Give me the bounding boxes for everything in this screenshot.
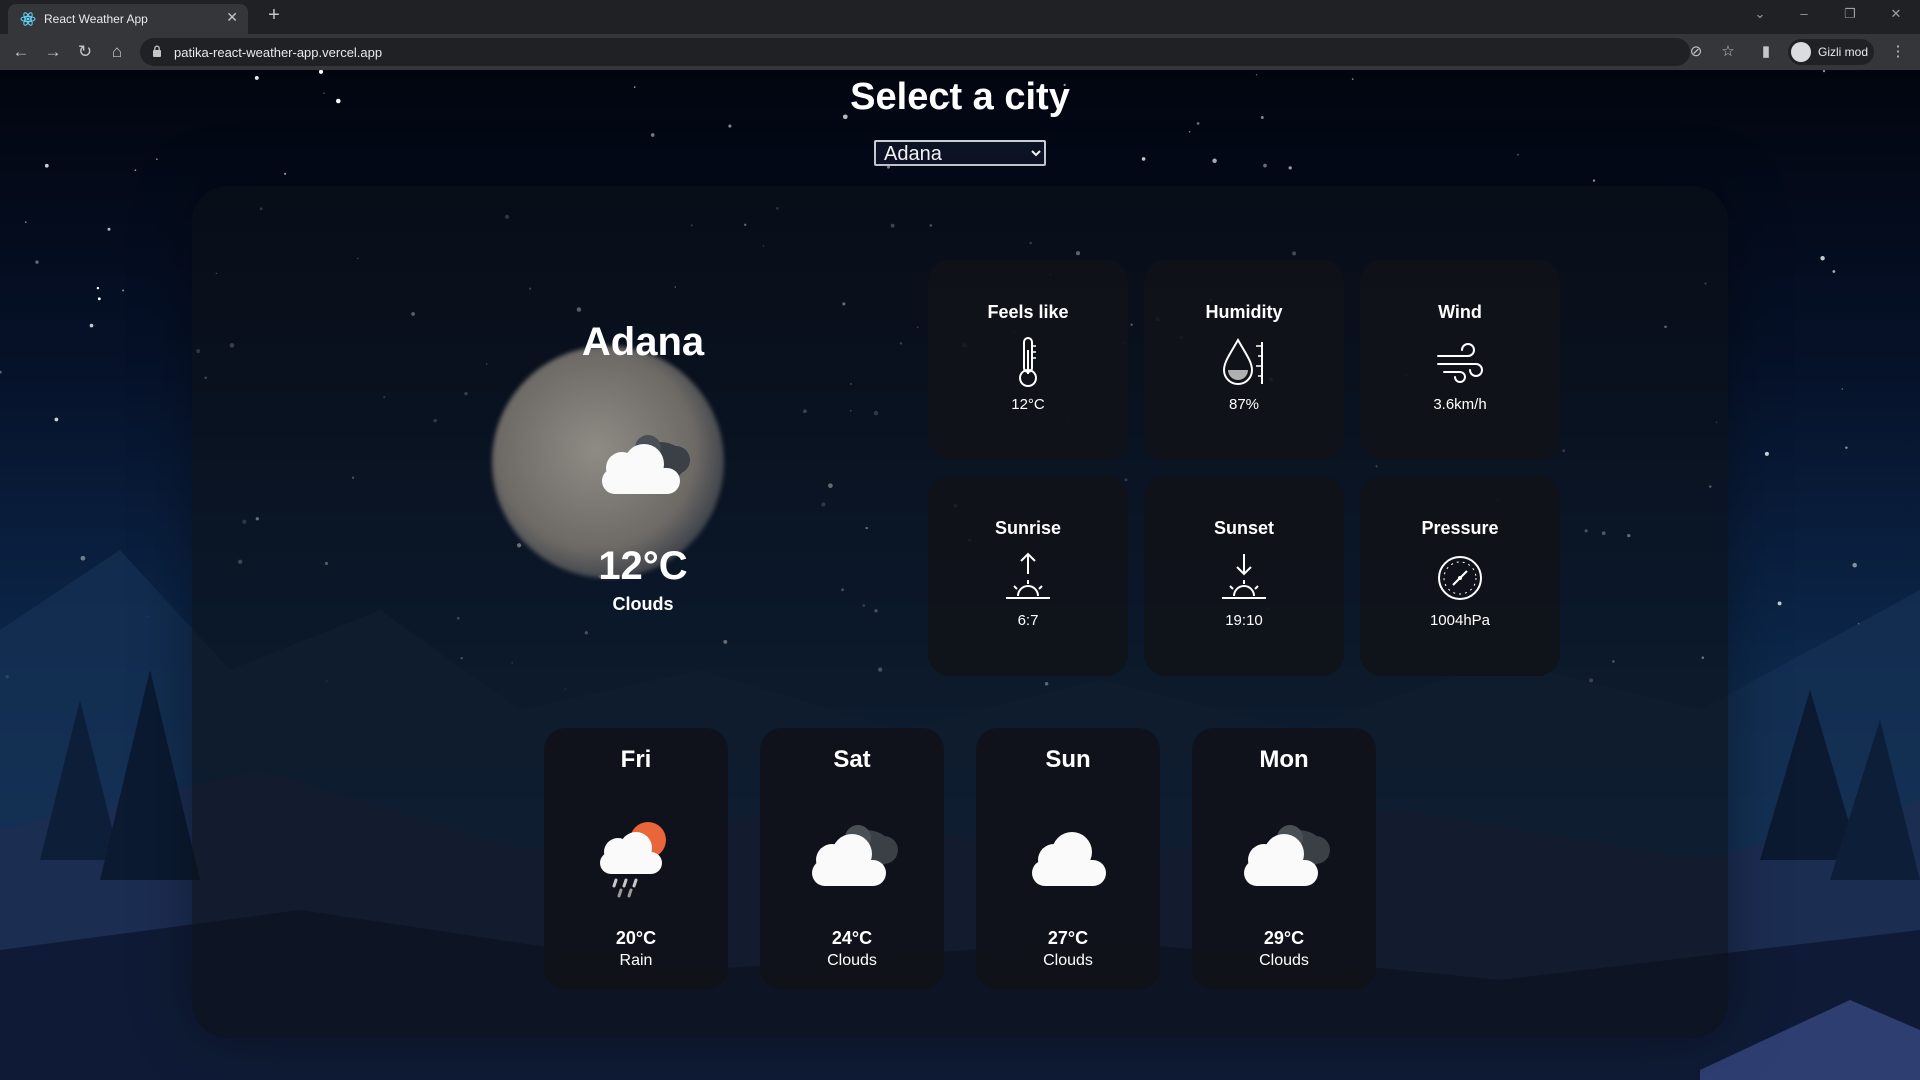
humidity-icon (1222, 337, 1263, 385)
browser-toolbar: ← → ↻ ⌂ patika-react-weather-app.vercel.… (0, 34, 1920, 70)
cloud-icon (1032, 832, 1106, 886)
profile-button[interactable]: Gizli mod (1788, 39, 1874, 65)
forecast-description: Clouds (1259, 952, 1309, 969)
react-logo-icon (20, 12, 36, 26)
minimize-icon[interactable]: – (1794, 6, 1814, 21)
pressure-gauge-icon (1438, 556, 1482, 600)
current-temperature: 12°C (598, 544, 688, 588)
forecast-description: Clouds (827, 952, 877, 969)
page-title: Select a city (850, 76, 1070, 118)
cloud-icon (602, 435, 690, 494)
sunrise-icon (1006, 552, 1050, 599)
forecast-temperature: 20°C (615, 928, 657, 948)
feels-like-value: 12°C (1011, 396, 1045, 413)
reload-icon[interactable]: ↻ (74, 41, 96, 63)
sunrise-label: Sunrise (994, 518, 1062, 538)
close-tab-icon[interactable]: ✕ (226, 9, 238, 26)
forecast-temperature: 29°C (1263, 928, 1305, 948)
humidity-label: Humidity (1205, 302, 1283, 322)
browser-tab-bar: React Weather App ✕ + ⌄ – ❐ ✕ (0, 0, 1920, 34)
wind-value: 3.6km/h (1433, 396, 1487, 413)
incognito-icon (1791, 42, 1811, 62)
forecast-card-mon: Mon 29°C Clouds (1192, 728, 1376, 990)
forecast-day: Mon (1259, 746, 1309, 773)
forward-icon[interactable]: → (42, 41, 64, 63)
humidity-value: 87% (1228, 396, 1260, 413)
clouds-icon (1244, 825, 1330, 886)
wind-icon (1437, 343, 1483, 383)
forecast-temperature: 27°C (1047, 928, 1089, 948)
pressure-value: 1004hPa (1429, 612, 1491, 629)
new-tab-icon[interactable]: + (262, 4, 286, 27)
tab-title: React Weather App (44, 12, 148, 26)
profile-label: Gizli mod (1818, 45, 1869, 59)
city-name: Adana (581, 320, 705, 364)
lock-icon (153, 45, 161, 57)
url-text: patika-react-weather-app.vercel.app (174, 45, 383, 60)
tracking-blocked-icon[interactable]: ⊘ (1686, 42, 1706, 62)
side-panel-icon[interactable]: ▮ (1756, 42, 1776, 62)
menu-kebab-icon[interactable]: ⋮ (1888, 42, 1908, 62)
forecast-temperature: 24°C (831, 928, 873, 948)
forecast-card-sun: Sun 27°C Clouds (976, 728, 1160, 990)
wind-label: Wind (1438, 302, 1482, 322)
humidity-card: Humidity 87% (1144, 260, 1344, 460)
pressure-card: Pressure 1004hPa (1360, 476, 1560, 676)
bookmark-star-icon[interactable]: ☆ (1718, 42, 1738, 62)
sunset-label: Sunset (1213, 518, 1274, 538)
restore-icon[interactable]: ❐ (1840, 6, 1860, 22)
forecast-day: Fri (620, 746, 652, 773)
back-icon[interactable]: ← (10, 41, 32, 63)
forecast-description: Rain (619, 952, 653, 969)
current-description: Clouds (612, 594, 674, 614)
pressure-label: Pressure (1421, 518, 1499, 538)
home-icon[interactable]: ⌂ (106, 41, 128, 63)
feels-like-label: Feels like (987, 302, 1069, 322)
tab-search-icon[interactable]: ⌄ (1750, 6, 1770, 22)
close-window-icon[interactable]: ✕ (1886, 6, 1906, 22)
clouds-icon (812, 825, 898, 886)
sunset-card: Sunset 19:10 (1144, 476, 1344, 676)
forecast-day: Sat (833, 746, 871, 773)
forecast-card-fri: Fri 20°C Rain (544, 728, 728, 990)
address-bar[interactable]: patika-react-weather-app.vercel.app (140, 38, 1690, 66)
forecast-card-sat: Sat 24°C Clouds (760, 728, 944, 990)
thermometer-icon (1019, 337, 1037, 387)
sunset-icon (1222, 554, 1266, 599)
forecast-description: Clouds (1043, 952, 1093, 969)
weather-page: Select a city Adana Adana 12°C Clouds Fe… (0, 70, 1920, 1080)
browser-tab[interactable]: React Weather App ✕ (8, 4, 248, 34)
forecast-day: Sun (1045, 746, 1091, 773)
wind-card: Wind 3.6km/h (1360, 260, 1560, 460)
sunrise-value: 6:7 (1017, 612, 1039, 629)
sunrise-card: Sunrise 6:7 (928, 476, 1128, 676)
sunset-value: 19:10 (1225, 612, 1263, 629)
city-select[interactable]: Adana (874, 140, 1046, 166)
rain-sun-cloud-icon (600, 822, 666, 898)
feels-like-card: Feels like 12°C (928, 260, 1128, 460)
